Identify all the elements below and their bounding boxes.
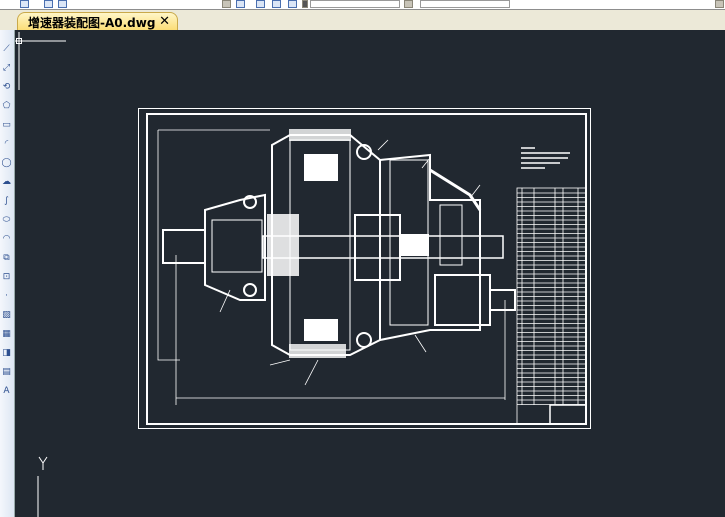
polygon-icon[interactable]: ⬠ — [1, 101, 12, 111]
toolbar-button[interactable] — [222, 0, 231, 8]
table-icon[interactable]: ▤ — [1, 367, 12, 377]
drawing-sheet — [138, 108, 591, 429]
insert-block-icon[interactable]: ⧉ — [1, 253, 12, 263]
top-toolbar — [0, 0, 725, 10]
ellipse-icon[interactable]: ⬭ — [1, 215, 12, 225]
close-icon[interactable]: ✕ — [159, 14, 170, 29]
linetype-dropdown[interactable] — [420, 0, 510, 8]
gearbox-assembly — [162, 129, 516, 358]
document-tab-bar: 增速器装配图-A0.dwg ✕ — [15, 10, 725, 31]
point-icon[interactable]: · — [1, 291, 12, 301]
mtext-icon[interactable]: A — [1, 386, 12, 396]
toolbar-button[interactable] — [715, 0, 724, 8]
toolbar-button[interactable] — [256, 0, 265, 8]
toolbar-grip[interactable] — [0, 10, 15, 30]
make-block-icon[interactable]: ⊡ — [1, 272, 12, 282]
parts-list-table — [516, 187, 587, 425]
layer-dropdown[interactable] — [310, 0, 400, 8]
toolbar-button[interactable] — [302, 0, 308, 8]
gradient-icon[interactable]: ▦ — [1, 329, 12, 339]
toolbar-button[interactable] — [44, 0, 53, 8]
hatch-icon[interactable]: ▨ — [1, 310, 12, 320]
document-tab[interactable]: 增速器装配图-A0.dwg ✕ — [17, 12, 178, 31]
revision-cloud-icon[interactable]: ☁ — [1, 177, 12, 187]
arc-icon[interactable]: ◜ — [1, 139, 12, 149]
circle-icon[interactable]: ◯ — [1, 158, 12, 168]
technical-notes — [521, 147, 570, 169]
toolbar-button[interactable] — [404, 0, 413, 8]
spline-icon[interactable]: ∫ — [1, 196, 12, 206]
cad-drawing — [15, 32, 591, 517]
ucs-icon — [37, 456, 48, 517]
toolbar-button[interactable] — [58, 0, 67, 8]
toolbar-button[interactable] — [272, 0, 281, 8]
drawing-canvas[interactable] — [15, 30, 725, 517]
ellipse-arc-icon[interactable]: ◠ — [1, 234, 12, 244]
rectangle-icon[interactable]: ▭ — [1, 120, 12, 130]
toolbar-button[interactable] — [236, 0, 245, 8]
region-icon[interactable]: ◨ — [1, 348, 12, 358]
toolbar-button[interactable] — [288, 0, 297, 8]
toolbar-button[interactable] — [20, 0, 29, 8]
crosshair-cursor — [15, 32, 66, 90]
construction-line-icon[interactable]: ⤢ — [1, 63, 12, 73]
polyline-icon[interactable]: ⟲ — [1, 82, 12, 92]
document-tab-title: 增速器装配图-A0.dwg — [28, 15, 156, 30]
draw-toolbar: ⟋ ⤢ ⟲ ⬠ ▭ ◜ ◯ ☁ ∫ ⬭ ◠ ⧉ ⊡ · ▨ ▦ ◨ ▤ A — [0, 30, 15, 517]
line-icon[interactable]: ⟋ — [1, 44, 12, 54]
